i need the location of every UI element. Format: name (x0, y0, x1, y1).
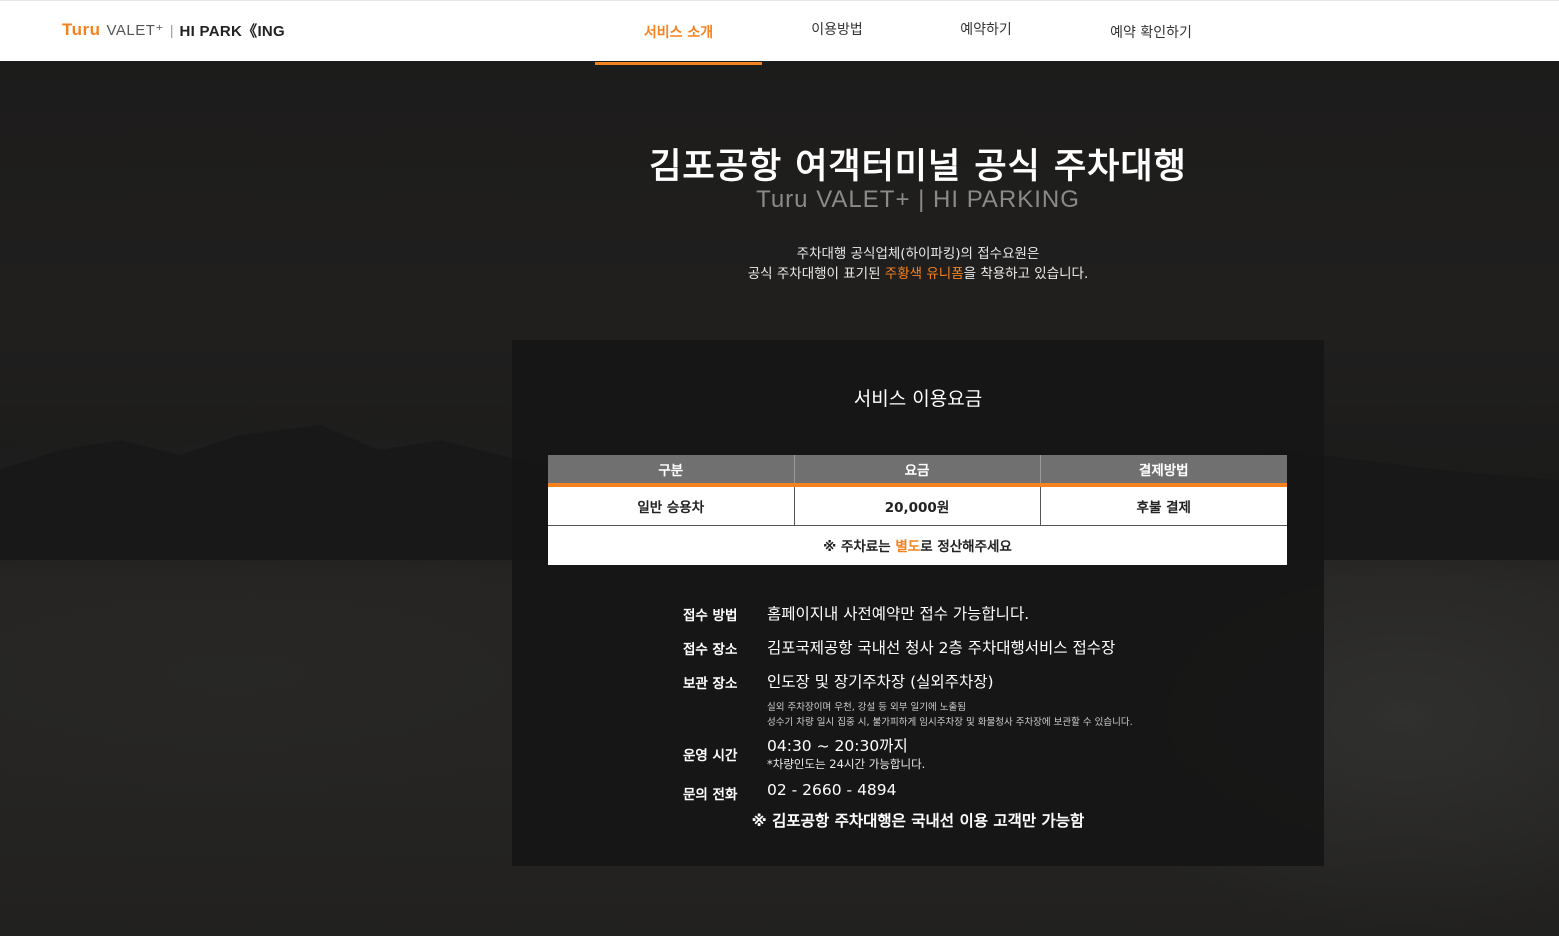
logo-separator: | (169, 22, 174, 38)
info-label: 접수 장소 (683, 642, 738, 658)
table-cell-fee: 20,000원 (793, 485, 1040, 526)
nav-check-reservation[interactable]: 예약 확인하기 (1060, 1, 1242, 62)
hero-description: 주차대행 공식업체(하이파킹)의 접수요원은 공식 주차대행이 표기된 주황색 … (0, 244, 1559, 284)
logo-valet: VALET⁺ (106, 22, 164, 39)
domestic-only-footnote: ※ 김포공항 주차대행은 국내선 이용 고객만 가능함 (751, 812, 1085, 830)
nav-service-intro[interactable]: 서비스 소개 (595, 1, 762, 65)
info-value: 04:30 ~ 20:30까지 (767, 737, 908, 755)
hero-desc-line2: 공식 주차대행이 표기된 주황색 유니폼을 착용하고 있습니다. (0, 264, 1559, 284)
nav-reservation[interactable]: 예약하기 (912, 1, 1060, 62)
info-label: 문의 전화 (683, 787, 738, 803)
top-header: Turu VALET⁺ | HI PARK《ING 서비스 소개 이용방법 예약… (0, 0, 1559, 65)
table-header-category: 구분 (548, 455, 794, 487)
info-label: 운영 시간 (683, 748, 738, 764)
table-note-row: ※ 주차료는 별도로 정산해주세요 (548, 525, 1287, 565)
table-note-highlight: 별도 (895, 539, 921, 556)
info-value: 인도장 및 장기주차장 (실외주차장) (767, 673, 994, 691)
table-note-text: ※ 주차료는 (823, 539, 896, 556)
table-cell-payment: 후불 결제 (1039, 485, 1287, 526)
hours-note: *차량인도는 24시간 가능합니다. (767, 757, 926, 771)
storage-note-1: 실외 주차장이며 우천, 강설 등 외부 일기에 노출됨 (767, 702, 966, 713)
table-header-row: 구분 요금 결제방법 (548, 455, 1287, 487)
table-header-payment: 결제방법 (1039, 455, 1287, 487)
hero-desc-text-end: 을 착용하고 있습니다. (963, 266, 1089, 282)
card-title: 서비스 이용요금 (853, 388, 983, 410)
brand-logo[interactable]: Turu VALET⁺ | HI PARK《ING (62, 20, 285, 40)
table-cell-category: 일반 승용차 (548, 485, 794, 526)
nav-how-to-use[interactable]: 이용방법 (762, 1, 912, 62)
hero-desc-highlight: 주황색 유니폼 (884, 266, 964, 282)
info-value: 홈페이지내 사전예약만 접수 가능합니다. (767, 605, 1030, 623)
storage-note-2: 성수기 차량 일시 집중 시, 불가피하게 임시주차장 및 화물청사 주차장에 … (767, 717, 1133, 728)
main-nav: 서비스 소개 이용방법 예약하기 예약 확인하기 (595, 1, 1242, 65)
fee-table: 구분 요금 결제방법 일반 승용차 20,000원 후불 결제 ※ 주차료는 별… (548, 455, 1287, 565)
logo-turu: Turu (62, 20, 101, 39)
info-label: 보관 장소 (683, 676, 738, 692)
hero-desc-text: 공식 주차대행이 표기된 (747, 266, 885, 282)
page-title: 김포공항 여객터미널 공식 주차대행 (649, 147, 1187, 187)
table-note-text-end: 로 정산해주세요 (920, 539, 1012, 556)
info-value: 김포국제공항 국내선 청사 2층 주차대행서비스 접수장 (767, 639, 1116, 657)
info-label: 접수 방법 (683, 608, 738, 624)
table-note: ※ 주차료는 별도로 정산해주세요 (548, 525, 1287, 565)
info-value[interactable]: 02 - 2660 - 4894 (767, 781, 897, 799)
logo-hi-parking: HI PARK《ING (179, 22, 286, 40)
hero-desc-line1: 주차대행 공식업체(하이파킹)의 접수요원은 (796, 246, 1040, 262)
table-header-fee: 요금 (793, 455, 1040, 487)
page-subtitle: Turu VALET+ | HI PARKING (756, 186, 1080, 213)
table-row: 일반 승용차 20,000원 후불 결제 (548, 485, 1287, 526)
